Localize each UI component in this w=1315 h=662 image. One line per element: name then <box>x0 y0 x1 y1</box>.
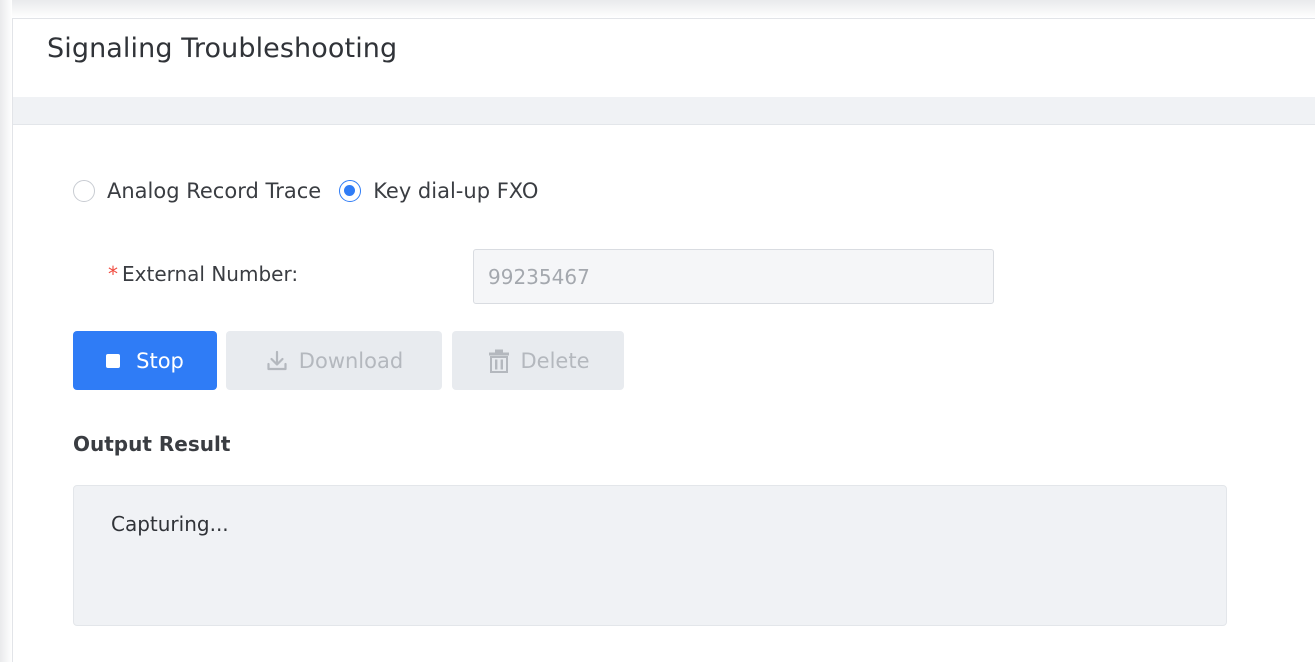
output-result-text: Capturing... <box>111 512 229 536</box>
radio-analog-record-trace[interactable]: Analog Record Trace <box>73 179 321 203</box>
download-button-label: Download <box>298 348 404 373</box>
stop-button-label: Stop <box>136 348 184 373</box>
output-result-label: Output Result <box>73 432 231 456</box>
signaling-troubleshooting-panel: Signaling Troubleshooting Analog Record … <box>12 18 1315 662</box>
external-number-label: * External Number: <box>108 262 298 286</box>
radio-key-dial-up-fxo[interactable]: Key dial-up FXO <box>339 179 538 203</box>
radio-label-fxo: Key dial-up FXO <box>373 179 539 203</box>
download-icon <box>267 350 287 370</box>
radio-checked-icon[interactable] <box>339 180 362 202</box>
delete-button[interactable]: Delete <box>452 331 624 390</box>
title-divider-strip <box>13 97 1315 125</box>
trash-icon <box>488 349 509 373</box>
radio-label-analog: Analog Record Trace <box>107 179 322 203</box>
radio-unchecked-icon[interactable] <box>73 180 95 202</box>
output-result-box: Capturing... <box>73 485 1227 626</box>
stop-square-icon <box>106 353 121 368</box>
window-frame: Signaling Troubleshooting Analog Record … <box>0 0 1315 662</box>
delete-button-label: Delete <box>520 348 590 373</box>
external-number-input[interactable] <box>473 249 994 304</box>
download-button[interactable]: Download <box>226 331 442 390</box>
stop-button[interactable]: Stop <box>73 331 217 390</box>
required-marker: * <box>108 262 118 286</box>
page-title: Signaling Troubleshooting <box>47 33 398 64</box>
external-number-label-text: External Number: <box>122 262 299 286</box>
mode-radio-group: Analog Record Trace Key dial-up FXO <box>73 179 556 203</box>
